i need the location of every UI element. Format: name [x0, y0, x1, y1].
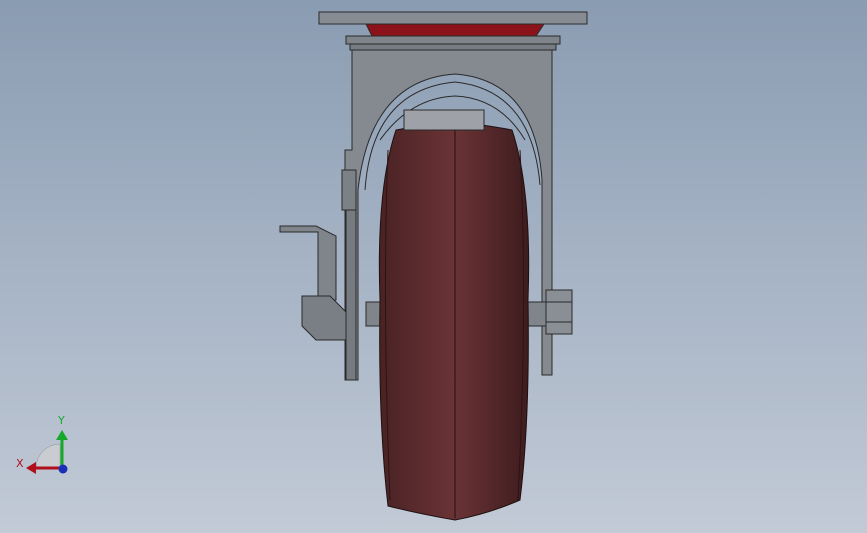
top-plate	[318, 11, 588, 51]
wheel	[378, 109, 530, 521]
caster-model[interactable]	[0, 0, 867, 533]
y-axis-arrow	[56, 430, 68, 440]
triad-plane	[35, 443, 61, 469]
x-axis-arrow	[26, 462, 36, 474]
y-axis-label: Y	[58, 414, 65, 427]
z-axis-dot	[58, 464, 68, 474]
3d-viewport[interactable]: X Y	[0, 0, 867, 533]
x-axis-label: X	[16, 457, 24, 470]
axle-nut	[545, 289, 573, 335]
coordinate-triad: X Y	[10, 410, 80, 480]
